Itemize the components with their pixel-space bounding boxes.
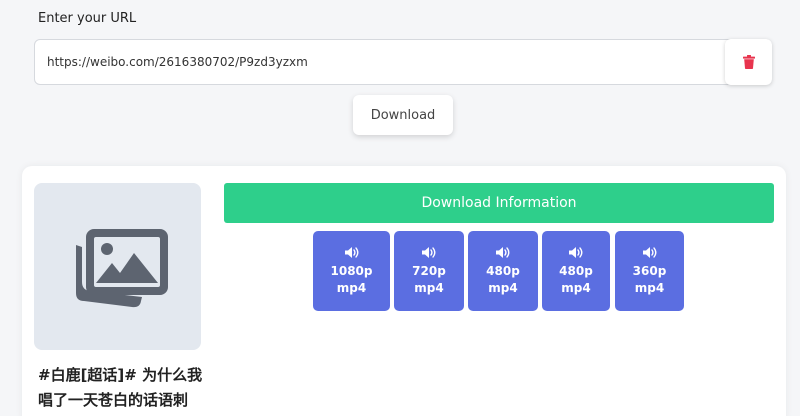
thumbnail-placeholder bbox=[34, 183, 201, 350]
download-information-banner: Download Information bbox=[224, 183, 774, 223]
format-quality: 480p bbox=[559, 264, 593, 278]
clear-url-button[interactable] bbox=[725, 39, 772, 85]
format-button[interactable]: 480p mp4 bbox=[468, 231, 538, 311]
format-extension: mp4 bbox=[561, 281, 591, 295]
video-title: #白鹿[超话]# 为什么我唱了一天苍白的话语刺 bbox=[38, 366, 203, 409]
format-quality: 720p bbox=[412, 264, 446, 278]
format-button[interactable]: 1080p mp4 bbox=[313, 231, 390, 311]
format-button[interactable]: 360p mp4 bbox=[615, 231, 684, 311]
images-icon bbox=[75, 228, 168, 307]
download-button[interactable]: Download bbox=[353, 95, 453, 135]
volume-icon bbox=[569, 247, 583, 258]
volume-icon bbox=[344, 247, 358, 258]
result-card: #白鹿[超话]# 为什么我唱了一天苍白的话语刺 Download Informa… bbox=[22, 166, 786, 416]
format-button[interactable]: 480p mp4 bbox=[542, 231, 610, 311]
page: Enter your URL Download #白鹿[超话]# 为什么我唱了一… bbox=[0, 0, 800, 416]
volume-icon bbox=[642, 247, 656, 258]
url-field-container bbox=[34, 39, 772, 85]
format-extension: mp4 bbox=[488, 281, 518, 295]
format-extension: mp4 bbox=[414, 281, 444, 295]
format-button[interactable]: 720p mp4 bbox=[394, 231, 464, 311]
format-extension: mp4 bbox=[634, 281, 665, 295]
volume-icon bbox=[496, 247, 510, 258]
url-input[interactable] bbox=[35, 40, 725, 84]
format-quality: 480p bbox=[486, 264, 520, 278]
trash-icon bbox=[742, 55, 755, 69]
format-quality: 360p bbox=[632, 264, 667, 278]
format-extension: mp4 bbox=[336, 281, 367, 295]
format-quality: 1080p bbox=[330, 264, 373, 278]
url-label: Enter your URL bbox=[38, 11, 137, 26]
volume-icon bbox=[422, 247, 436, 258]
